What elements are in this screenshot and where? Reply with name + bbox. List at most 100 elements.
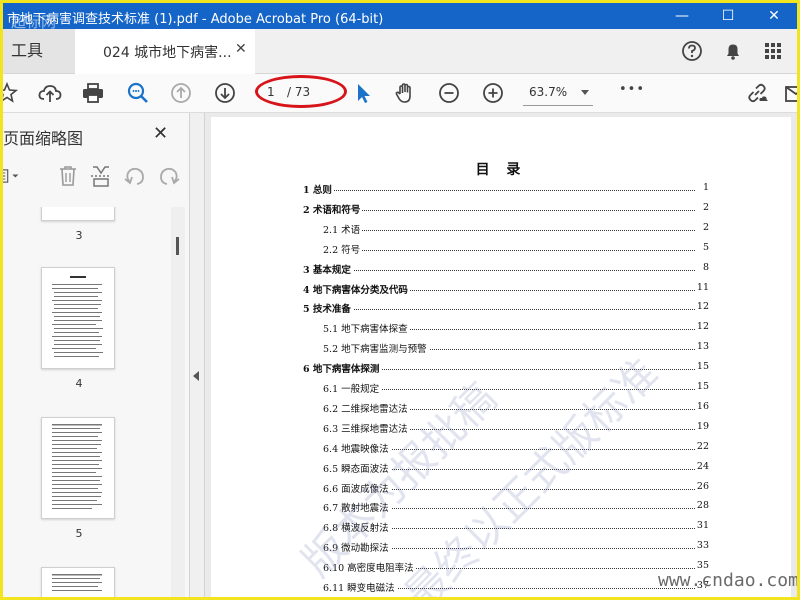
toc-entry-page: 11: [695, 281, 709, 293]
collapse-arrow-icon[interactable]: [193, 371, 199, 381]
star-icon[interactable]: [0, 79, 21, 107]
toc-entry[interactable]: 3 基本规定 8: [303, 261, 709, 276]
toc-heading: 目 录: [475, 162, 527, 178]
delete-trash-icon[interactable]: [55, 163, 81, 189]
toc-entry-page: 24: [695, 460, 709, 472]
scrollbar-thumb[interactable]: [176, 237, 179, 255]
toc-entry-title: 1 总则: [303, 182, 334, 196]
toc-entry[interactable]: 1 总则 1: [303, 182, 709, 196]
select-cursor-icon[interactable]: [349, 79, 377, 107]
toc-entry-page: 15: [695, 381, 709, 392]
thumbnail-scrollbar[interactable]: [171, 207, 185, 597]
toc-entry-page: 16: [695, 400, 709, 412]
panel-close-icon[interactable]: ✕: [153, 123, 168, 144]
site-watermark: www.cndao.com: [658, 570, 799, 591]
toc-entry[interactable]: 6.10 高密度电阻率法 35: [323, 560, 709, 575]
tab-document[interactable]: 024 城市地下病害... ✕: [75, 29, 255, 74]
toc-entry-page: 31: [695, 520, 709, 532]
thumbnail-number: 3: [75, 229, 83, 242]
toc-entry-title: 5 技术准备: [303, 301, 353, 316]
hand-tool-icon[interactable]: [391, 79, 419, 107]
thumbnail-page-3[interactable]: [41, 207, 115, 221]
close-window-icon[interactable]: ✕: [751, 3, 797, 29]
toc-entry-page: 8: [695, 261, 709, 273]
rotate-right-icon[interactable]: [156, 163, 182, 189]
share-link-icon[interactable]: [743, 79, 771, 107]
thumbnail-content: [52, 424, 102, 509]
toc-entry[interactable]: 6.3 三维探地雷达法 19: [323, 420, 709, 435]
thumbnail-page-6[interactable]: [41, 567, 115, 597]
thumbnail-number: 4: [75, 377, 83, 390]
toc-entry[interactable]: 2.2 符号 5: [323, 241, 709, 256]
toc-entry[interactable]: 2.1 术语 2: [323, 221, 709, 236]
toc-entry[interactable]: 4 地下病害体分类及代码 11: [303, 281, 709, 296]
toc-entry-title: 6.1 一般规定: [323, 381, 382, 395]
thumbnail-page-5[interactable]: [41, 417, 115, 519]
tab-bar: 工具 024 城市地下病害... ✕: [3, 29, 797, 74]
help-icon[interactable]: [678, 37, 706, 65]
document-view[interactable]: 目 录 1 总则 1 2 术语和符号 2 2.1 术语 2 2.2 符号 5 3 基本规定 8 4 …: [205, 113, 797, 597]
apps-grid-icon[interactable]: [759, 37, 787, 65]
toc-entry[interactable]: 5.1 地下病害体探查 12: [323, 321, 709, 336]
toc-entry[interactable]: 5 技术准备 12: [303, 301, 709, 316]
print-icon[interactable]: [79, 79, 107, 107]
search-zoom-icon[interactable]: [124, 79, 152, 107]
zoom-level-dropdown[interactable]: 63.7%: [523, 81, 593, 106]
toc-entry[interactable]: 5.2 地下病害监测与预警 13: [323, 341, 709, 356]
upload-cloud-icon[interactable]: [36, 79, 64, 107]
toc-entry-title: 2 术语和符号: [303, 201, 363, 216]
thumbnail-number: 5: [75, 527, 83, 540]
thumbnail-content: [52, 574, 102, 591]
toc-entry-title: 3 基本规定: [303, 261, 353, 276]
toc-leader-dots: [303, 190, 695, 191]
tab-close-icon[interactable]: ✕: [235, 41, 247, 57]
chevron-down-icon: [581, 90, 589, 95]
maximize-icon[interactable]: ☐: [705, 3, 751, 29]
toc-entry-page: 15: [695, 361, 709, 373]
notification-bell-icon[interactable]: [719, 37, 747, 65]
extract-pages-icon[interactable]: [88, 163, 114, 189]
zoom-out-icon[interactable]: [435, 79, 463, 107]
app-window: 市地下病害调查技术标准 (1).pdf - Adobe Acrobat Pro …: [0, 0, 800, 600]
toc-entry-title: 6 地下病害体探测: [303, 361, 382, 376]
toc-entry-page: 12: [695, 301, 709, 313]
toc-entry-page: 28: [695, 500, 709, 512]
zoom-in-icon[interactable]: [479, 79, 507, 107]
toc-entry[interactable]: 6.11 瞬变电磁法 37: [323, 580, 709, 594]
toc-entry-page: 19: [695, 420, 709, 432]
panel-title: 页面缩略图: [3, 129, 84, 148]
tab-tools[interactable]: 工具: [3, 29, 75, 73]
toc-leader-dots: [323, 229, 695, 231]
pdf-page: 目 录 1 总则 1 2 术语和符号 2 2.1 术语 2 2.2 符号 5 3 基本规定 8 4 …: [211, 117, 791, 597]
toc-leader-dots: [303, 309, 695, 311]
toc-entry-page: 33: [695, 540, 709, 552]
page-up-icon[interactable]: [167, 79, 195, 107]
thumbnail-page-4[interactable]: [41, 267, 115, 369]
toc-entry-page: 12: [695, 321, 709, 333]
thumbnail-list[interactable]: 3 4 5: [3, 207, 175, 597]
toc-entry[interactable]: 6.9 微动勘探法 33: [323, 540, 709, 555]
toc-entry-page: 22: [695, 440, 709, 452]
title-bar: 市地下病害调查技术标准 (1).pdf - Adobe Acrobat Pro …: [3, 3, 797, 31]
page-down-icon[interactable]: [211, 79, 239, 107]
toc-entry[interactable]: 2 术语和符号 2: [303, 201, 709, 216]
rotate-left-icon[interactable]: [122, 163, 148, 189]
minimize-icon[interactable]: —: [659, 3, 705, 29]
toc-entry-title: 4 地下病害体分类及代码: [303, 281, 410, 296]
tab-document-label: 024 城市地下病害...: [103, 45, 232, 61]
mail-icon[interactable]: [783, 79, 800, 107]
toc-entry-title: 5.1 地下病害体探查: [323, 321, 410, 336]
options-menu-icon[interactable]: [0, 163, 23, 189]
more-tools-icon[interactable]: •••: [619, 82, 645, 97]
toc-entry-page: 5: [695, 241, 709, 253]
toc-leader-dots: [323, 249, 695, 251]
annotation-red-oval: [255, 75, 347, 108]
window-title: 市地下病害调查技术标准 (1).pdf - Adobe Acrobat Pro …: [7, 12, 384, 27]
panel-collapse-strip[interactable]: [190, 113, 205, 597]
toc-entry-page: 1: [695, 182, 709, 193]
toc-entry-title: 2.2 符号: [323, 241, 363, 256]
toc-entry-page: 2: [695, 221, 709, 233]
zoom-value: 63.7%: [529, 85, 568, 99]
toc-entry-title: 6.3 三维探地雷达法: [323, 420, 410, 435]
toc-entry-title: 5.2 地下病害监测与预警: [323, 341, 429, 356]
